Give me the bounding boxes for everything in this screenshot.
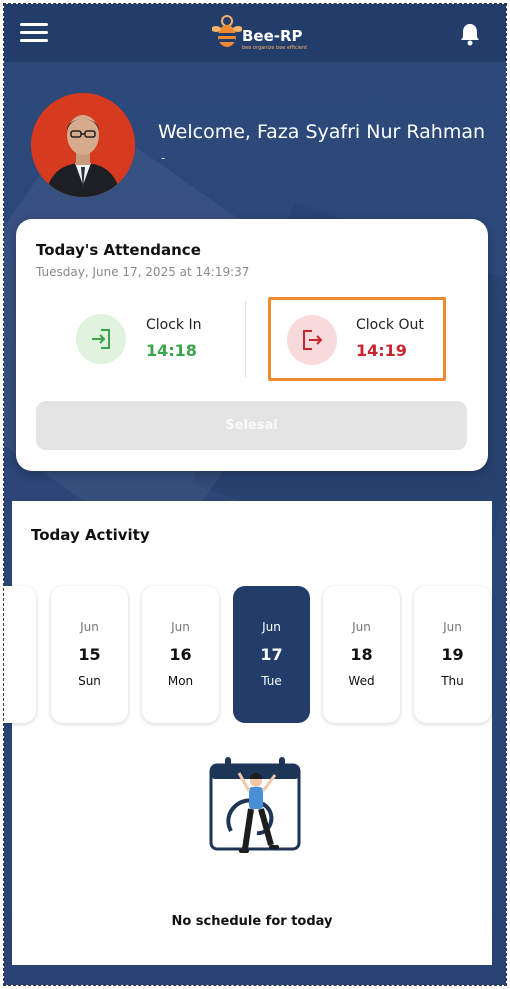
bell-icon[interactable] <box>459 22 481 46</box>
menu-icon[interactable] <box>20 23 48 43</box>
clock-in-time: 14:18 <box>146 341 197 360</box>
bee-icon <box>212 15 242 47</box>
day-number: 19 <box>441 645 464 664</box>
attendance-datetime: Tuesday, June 17, 2025 at 14:19:37 <box>36 265 250 279</box>
day-card[interactable]: Jun 16 Mon <box>142 586 219 723</box>
clock-out-section[interactable]: Clock Out 14:19 <box>268 297 446 381</box>
today-activity-panel: Today Activity Jun 15 Sun Jun 16 Mon Jun… <box>4 501 492 965</box>
clock-in-icon <box>76 314 126 364</box>
day-month: Jun <box>262 620 281 634</box>
calendar-illustration <box>201 753 311 878</box>
clock-out-icon <box>287 315 337 365</box>
divider <box>245 301 246 377</box>
day-month: Jun <box>80 620 99 634</box>
day-card-selected[interactable]: Jun 17 Tue <box>233 586 310 723</box>
day-card[interactable]: Jun 15 Sun <box>51 586 128 723</box>
day-number: 15 <box>78 645 101 664</box>
day-number: 17 <box>260 645 283 664</box>
clock-out-time: 14:19 <box>356 341 407 360</box>
app-logo: Bee-RP bee organize bee efficient <box>212 12 312 54</box>
day-weekday: Sun <box>78 674 101 688</box>
day-card-partial[interactable] <box>4 586 36 723</box>
day-card[interactable]: Jun 19 Thu <box>414 586 491 723</box>
clock-in-section[interactable]: Clock In 14:18 <box>76 297 236 381</box>
day-month: Jun <box>352 620 371 634</box>
app-frame: Bee-RP bee organize bee efficient Welcom… <box>3 3 507 986</box>
clock-out-label: Clock Out <box>356 317 424 333</box>
activity-title: Today Activity <box>31 526 150 544</box>
attendance-card: Today's Attendance Tuesday, June 17, 202… <box>16 219 488 471</box>
day-month: Jun <box>171 620 190 634</box>
day-weekday: Mon <box>167 674 194 688</box>
selesai-button[interactable]: Selesai <box>36 401 467 450</box>
day-number: 16 <box>169 645 192 664</box>
attendance-title: Today's Attendance <box>36 241 201 259</box>
day-weekday: Wed <box>348 674 375 688</box>
avatar[interactable] <box>31 93 135 197</box>
day-weekday: Thu <box>441 674 464 688</box>
day-month: Jun <box>443 620 462 634</box>
day-card[interactable]: Jun 18 Wed <box>323 586 400 723</box>
clock-in-label: Clock In <box>146 317 202 333</box>
logo-text: Bee-RP <box>242 27 303 45</box>
day-number: 18 <box>350 645 373 664</box>
logo-tagline: bee organize bee efficient <box>242 45 308 51</box>
welcome-text: Welcome, Faza Syafri Nur Rahman <box>158 121 486 143</box>
day-weekday: Tue <box>261 674 282 688</box>
user-subtitle: - <box>161 151 166 165</box>
top-bar: Bee-RP bee organize bee efficient <box>4 4 506 62</box>
empty-schedule-message: No schedule for today <box>171 914 333 929</box>
